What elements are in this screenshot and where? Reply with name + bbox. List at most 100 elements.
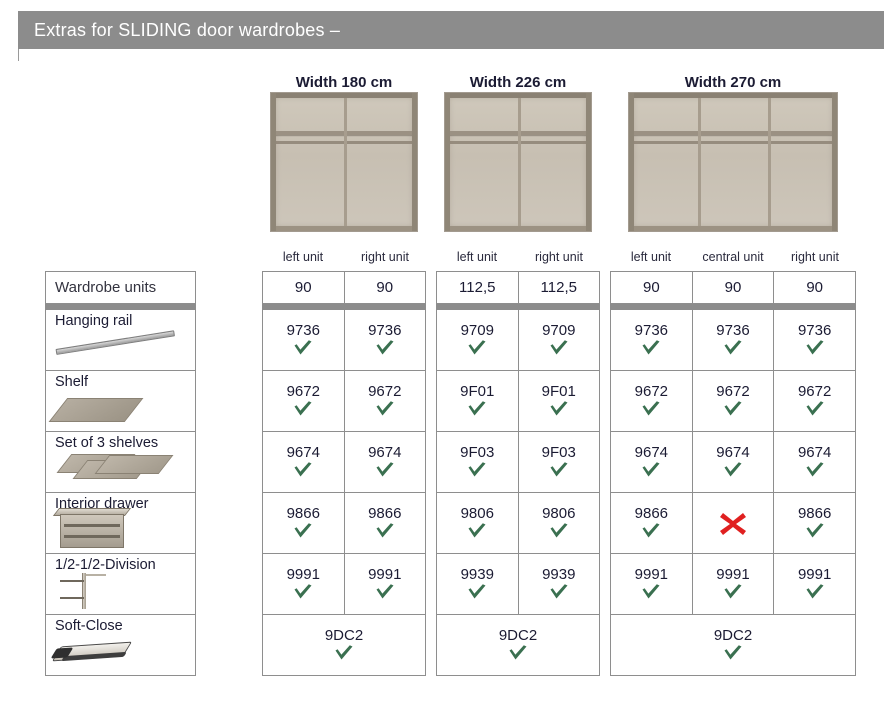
extras-cell[interactable]: 9736: [343, 309, 426, 371]
extras-cell[interactable]: 9709: [517, 309, 600, 371]
extras-cell[interactable]: 9736: [773, 309, 856, 371]
extras-cell[interactable]: 9866: [773, 492, 856, 554]
extras-cell[interactable]: 9F01: [436, 370, 519, 432]
table-row: 9806 9806: [436, 492, 600, 554]
extras-cell[interactable]: 9866: [610, 492, 693, 554]
check-icon: [263, 522, 344, 540]
cross-icon: [693, 511, 774, 537]
extras-cell[interactable]: 9F03: [517, 431, 600, 493]
table-row: 9991 9991: [262, 553, 426, 615]
unit-width-row: 112,5 112,5: [436, 271, 600, 304]
extras-cell[interactable]: 9736: [691, 309, 775, 371]
article-code: 9674: [286, 443, 320, 461]
unit-label-width-226-0: left unit: [456, 250, 498, 264]
sidebar-item-1[interactable]: Shelf: [45, 370, 196, 432]
check-icon: [263, 339, 344, 357]
extras-cell[interactable]: 9736: [262, 309, 345, 371]
check-icon: [437, 461, 518, 479]
extras-cell[interactable]: 9991: [343, 553, 426, 615]
extras-cell[interactable]: 9672: [610, 370, 693, 432]
extras-cell[interactable]: 9709: [436, 309, 519, 371]
extras-cell[interactable]: 9674: [691, 431, 775, 493]
extras-cell[interactable]: 9674: [343, 431, 426, 493]
article-code: 9866: [797, 504, 832, 522]
extras-cell[interactable]: 9866: [343, 492, 426, 554]
table-row: 9672 9672: [262, 370, 426, 432]
table-row: 9674 9674 9674: [610, 431, 856, 493]
sidebar-item-4[interactable]: 1/2-1/2-Division: [45, 553, 196, 615]
unit-width-row: 90 90: [262, 271, 426, 304]
extras-cell[interactable]: 9674: [610, 431, 693, 493]
wardrobe-photo-width-226: [444, 92, 592, 232]
extras-cell[interactable]: 9991: [610, 553, 693, 615]
article-code: 9F03: [460, 443, 495, 461]
extras-cell[interactable]: 9866: [262, 492, 345, 554]
article-code: 9F03: [541, 443, 576, 461]
article-code: 9672: [368, 382, 402, 400]
check-icon: [611, 461, 692, 479]
extras-cell[interactable]: 9806: [517, 492, 600, 554]
extras-cell-softclose[interactable]: 9DC2: [262, 614, 426, 676]
extras-cell[interactable]: 9F03: [436, 431, 519, 493]
extras-cell[interactable]: 9672: [691, 370, 775, 432]
sidebar-item-3[interactable]: Interior drawer: [45, 492, 196, 554]
page-title: Extras for SLIDING door wardrobes –: [34, 19, 341, 40]
check-icon: [345, 522, 426, 540]
page-header-bar: Extras for SLIDING door wardrobes –: [18, 11, 884, 49]
extras-cell[interactable]: 9939: [436, 553, 519, 615]
check-icon: [519, 522, 600, 540]
check-icon: [437, 522, 518, 540]
check-icon: [437, 644, 599, 662]
extras-table-width-226: 112,5 112,5 9709 9709 9F01 9F01 9F03 9F03 9806 98…: [436, 271, 600, 676]
width-heading-width-180: Width 180 cm: [295, 74, 393, 91]
article-code: 9674: [634, 443, 669, 461]
extras-cell[interactable]: 9672: [262, 370, 345, 432]
extras-cell[interactable]: 9991: [691, 553, 775, 615]
sidebar-item-row[interactable]: Soft-Close: [45, 614, 196, 676]
extras-cell[interactable]: 9F01: [517, 370, 600, 432]
extras-cell-softclose[interactable]: 9DC2: [436, 614, 600, 676]
extras-cell[interactable]: 9736: [610, 309, 693, 371]
article-code: 9F01: [541, 382, 576, 400]
table-footer-row: 9DC2: [610, 614, 856, 676]
sidebar-item-row[interactable]: Set of 3 shelves: [45, 431, 196, 493]
check-icon: [693, 400, 774, 418]
extras-cell[interactable]: 9672: [343, 370, 426, 432]
extras-table-width-180: 90 90 9736 9736 9672 9672 9674 9674 9866 9866 9991…: [262, 271, 426, 676]
sidebar-item-0[interactable]: Hanging rail: [45, 309, 196, 371]
article-code: 9674: [716, 443, 750, 461]
unit-label-width-180-0: left unit: [282, 250, 324, 264]
extras-cell[interactable]: 9806: [436, 492, 519, 554]
extras-cell[interactable]: 9674: [773, 431, 856, 493]
table-footer-row: 9DC2: [436, 614, 600, 676]
width-heading-width-270: Width 270 cm: [684, 74, 782, 91]
sidebar-item-2[interactable]: Set of 3 shelves: [45, 431, 196, 493]
sidebar-item-row[interactable]: Hanging rail: [45, 309, 196, 371]
extras-cell[interactable]: 9991: [262, 553, 345, 615]
check-icon: [611, 400, 692, 418]
unit-width-cell: 90: [343, 271, 426, 304]
article-code: 9991: [286, 565, 320, 583]
check-icon: [263, 400, 344, 418]
table-row: 9672 9672 9672: [610, 370, 856, 432]
unit-label-width-270-2: right unit: [791, 250, 839, 264]
article-code: 9991: [368, 565, 402, 583]
table-row: 9939 9939: [436, 553, 600, 615]
extras-cell-softclose[interactable]: 9DC2: [610, 614, 856, 676]
extras-cell[interactable]: 9939: [517, 553, 600, 615]
check-icon: [693, 461, 774, 479]
extras-cell[interactable]: 9991: [773, 553, 856, 615]
extras-cell[interactable]: 9672: [773, 370, 856, 432]
sidebar-item-row[interactable]: Interior drawer: [45, 492, 196, 554]
sidebar-item-row[interactable]: Shelf: [45, 370, 196, 432]
extras-cell[interactable]: 9674: [262, 431, 345, 493]
article-code: 9DC2: [324, 626, 364, 644]
article-code: 9709: [542, 321, 576, 339]
extras-cell[interactable]: [691, 492, 775, 554]
table-row: 9866 9866: [610, 492, 856, 554]
check-icon: [263, 644, 425, 662]
sidebar-item-5[interactable]: Soft-Close: [45, 614, 196, 676]
table-row: 9709 9709: [436, 309, 600, 371]
unit-width-cell: 112,5: [517, 271, 600, 304]
sidebar-item-row[interactable]: 1/2-1/2-Division: [45, 553, 196, 615]
